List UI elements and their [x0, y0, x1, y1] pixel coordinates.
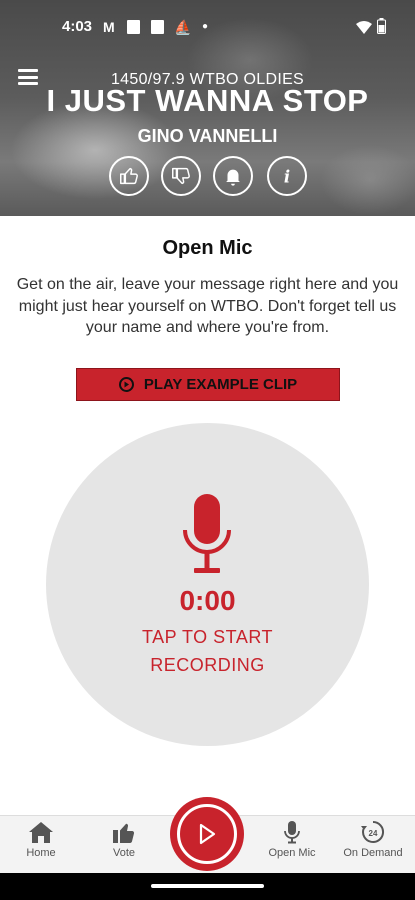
song-title: I JUST WANNA STOP — [46, 83, 369, 118]
status-time: 4:03 — [62, 18, 93, 35]
on-demand-badge: 24 — [369, 829, 378, 838]
status-bar: 4:03 M ⛵ ● — [0, 0, 415, 54]
bell-icon — [226, 169, 240, 186]
artist-name: GINO VANNELLI — [137, 126, 278, 146]
nav-on-demand-label: On Demand — [343, 847, 403, 859]
notification-icon — [151, 20, 164, 34]
now-playing-header: 4:03 M ⛵ ● 1450/97.9 WTBO OLDIES I JUST … — [0, 0, 415, 216]
nav-on-demand[interactable]: 24 On Demand — [338, 820, 408, 859]
thumbs-down-icon — [172, 167, 190, 185]
play-stream-button[interactable] — [170, 797, 244, 871]
gmail-icon: M — [103, 19, 115, 35]
nav-vote-label: Vote — [112, 847, 136, 859]
thumbs-down-button[interactable] — [161, 156, 201, 196]
nav-open-mic-label: Open Mic — [268, 847, 316, 859]
microphone-icon — [183, 494, 231, 573]
wifi-icon — [356, 21, 372, 34]
play-icon — [118, 377, 134, 392]
nav-home-label: Home — [26, 847, 56, 859]
more-notifications-icon: ● — [202, 21, 209, 32]
recording-timer: 0:00 — [179, 585, 236, 616]
svg-text:i: i — [284, 167, 290, 186]
vote-icon — [113, 823, 135, 843]
nav-vote[interactable]: Vote — [89, 820, 159, 859]
play-icon — [199, 823, 216, 845]
thumbs-up-button[interactable] — [109, 156, 149, 196]
play-example-clip-button[interactable]: PLAY EXAMPLE CLIP — [76, 368, 340, 401]
nav-open-mic[interactable]: Open Mic — [257, 820, 327, 859]
page-title: Open Mic — [162, 237, 253, 259]
info-button[interactable]: i — [267, 156, 307, 196]
home-gesture-handle[interactable] — [151, 884, 264, 888]
home-icon — [29, 822, 53, 843]
tap-label-line1: TAP TO START — [141, 627, 274, 647]
battery-icon — [377, 18, 386, 34]
play-example-clip-label: PLAY EXAMPLE CLIP — [143, 376, 298, 393]
tap-to-record-label: TAP TO START RECORDING — [0, 623, 415, 679]
tap-label-line2: RECORDING — [150, 655, 265, 675]
info-icon: i — [284, 167, 290, 186]
open-mic-description: Get on the air, leave your message right… — [16, 276, 399, 336]
nav-home[interactable]: Home — [6, 820, 76, 859]
boat-icon: ⛵ — [174, 19, 192, 35]
on-demand-icon: 24 — [361, 820, 385, 843]
microphone-icon — [284, 821, 300, 844]
play-stream-ring — [177, 804, 237, 864]
thumbs-up-icon — [120, 167, 138, 185]
notification-icon — [127, 20, 140, 34]
alert-button[interactable] — [213, 156, 253, 196]
